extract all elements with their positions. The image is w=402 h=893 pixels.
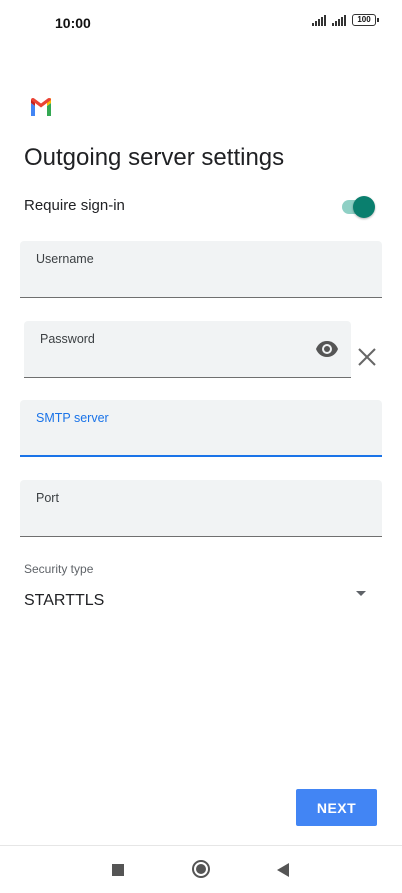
signal-icon bbox=[312, 14, 326, 26]
status-bar: 10:00 100 bbox=[0, 0, 402, 46]
battery-icon: 100 bbox=[352, 14, 379, 26]
password-input[interactable] bbox=[40, 351, 307, 371]
require-signin-label: Require sign-in bbox=[24, 197, 125, 214]
require-signin-toggle[interactable] bbox=[340, 195, 376, 219]
security-type-label: Security type bbox=[24, 562, 94, 576]
signal-icon-2 bbox=[332, 14, 346, 26]
nav-bar bbox=[0, 846, 402, 893]
username-field[interactable]: Username bbox=[20, 241, 382, 298]
smtp-server-label: SMTP server bbox=[36, 411, 109, 425]
password-label: Password bbox=[40, 332, 95, 346]
username-label: Username bbox=[36, 252, 94, 266]
port-field[interactable]: Port bbox=[20, 480, 382, 537]
eye-icon[interactable] bbox=[315, 340, 339, 358]
port-input[interactable] bbox=[36, 510, 366, 530]
password-field[interactable]: Password bbox=[24, 321, 351, 378]
smtp-server-input[interactable] bbox=[36, 429, 366, 449]
close-icon[interactable] bbox=[357, 347, 377, 367]
toggle-thumb bbox=[353, 196, 375, 218]
recents-square-icon[interactable] bbox=[112, 864, 124, 876]
smtp-server-field[interactable]: SMTP server bbox=[20, 400, 382, 457]
security-type-value: STARTTLS bbox=[24, 592, 105, 609]
screen: 10:00 100 Outgoing server settings Requi… bbox=[0, 0, 402, 893]
next-button[interactable]: NEXT bbox=[296, 789, 377, 826]
back-triangle-icon[interactable] bbox=[277, 863, 289, 877]
dropdown-arrow-icon bbox=[356, 591, 366, 596]
page-title: Outgoing server settings bbox=[24, 144, 285, 171]
port-label: Port bbox=[36, 491, 59, 505]
username-input[interactable] bbox=[36, 271, 366, 291]
status-time: 10:00 bbox=[55, 15, 91, 31]
status-icons: 100 bbox=[312, 14, 379, 26]
gmail-icon bbox=[31, 98, 51, 116]
home-circle-icon[interactable] bbox=[192, 860, 210, 878]
